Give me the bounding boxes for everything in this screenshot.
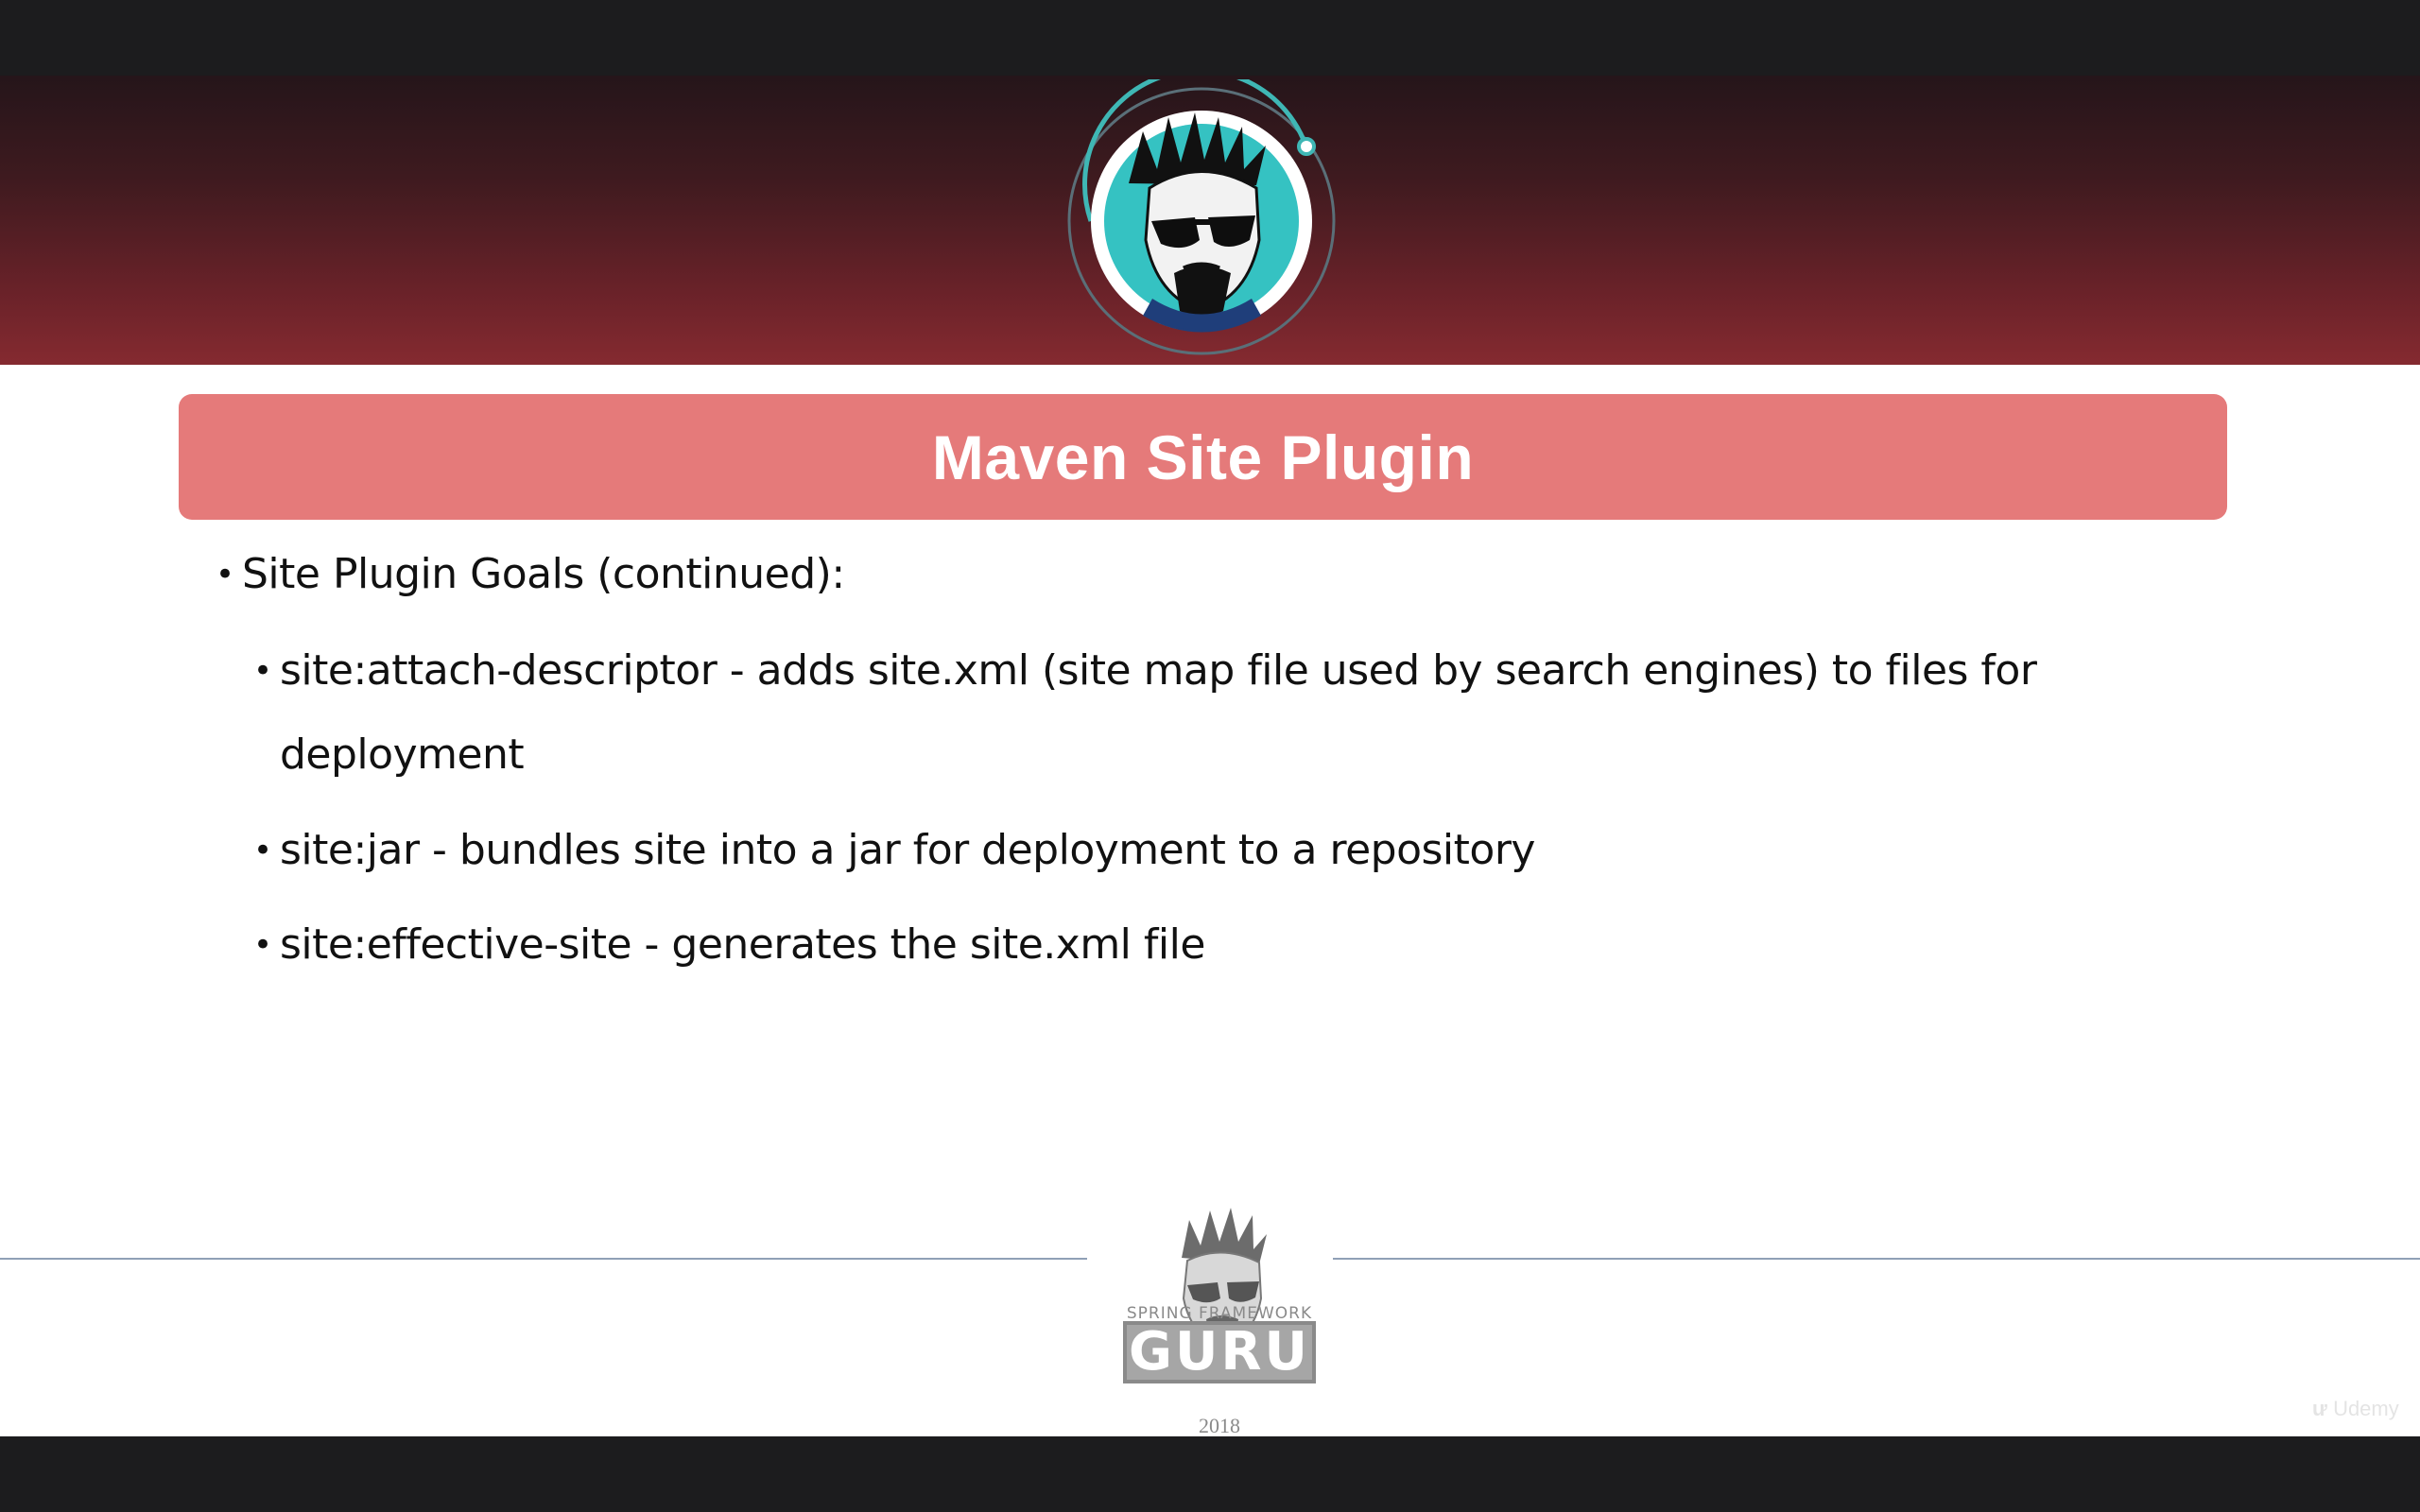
bullet-level-2: • site:jar - bundles site into a jar for… [253,822,1535,879]
udemy-watermark: ư Udemy [2312,1397,2399,1421]
bullet-text: Site Plugin Goals (continued): [242,550,845,598]
bullet-text: site:jar - bundles site into a jar for d… [280,826,1535,874]
udemy-logo-icon: ư [2312,1397,2327,1420]
bullet-dot: • [253,832,272,869]
footer-divider-right [1333,1258,2420,1260]
bullet-dot: • [253,652,272,690]
bullet-text: site:effective-site - generates the site… [280,920,1205,969]
footer-divider-left [0,1258,1087,1260]
bullet-continuation: deployment [280,727,525,783]
bullet-dot: • [253,926,272,964]
spring-framework-guru-logo: SPRING FRAMEWORK GURU [1115,1187,1323,1433]
bullet-level-1: • Site Plugin Goals (continued): [216,546,845,603]
watermark-text: Udemy [2333,1397,2399,1420]
bullet-level-2: • site:effective-site - generates the si… [253,917,1205,973]
bullet-text: deployment [280,730,525,779]
slide: Maven Site Plugin • Site Plugin Goals (c… [0,76,2420,1436]
guru-avatar-icon [1063,76,1337,363]
logo-wordmark: GURU [1123,1321,1316,1383]
video-frame: Maven Site Plugin • Site Plugin Goals (c… [0,0,2420,1512]
bullet-text: site:attach-descriptor - adds site.xml (… [280,646,2037,695]
slide-title-bar: Maven Site Plugin [179,394,2227,520]
footer-year: 2018 [1199,1414,1240,1436]
slide-title: Maven Site Plugin [931,421,1475,492]
bullet-dot: • [216,556,234,593]
bullet-level-2: • site:attach-descriptor - adds site.xml… [253,643,2037,699]
logo-tagline: SPRING FRAMEWORK [1126,1304,1313,1323]
